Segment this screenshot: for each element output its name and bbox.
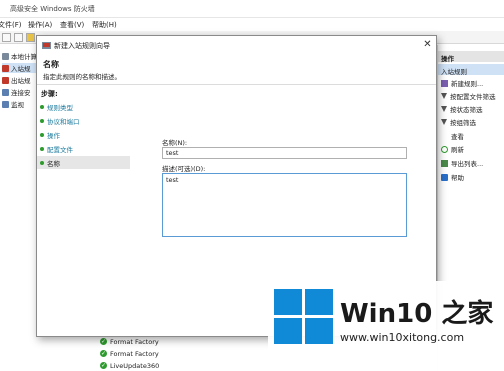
actions-header: 操作 xyxy=(438,51,504,63)
tree-item-connection-security[interactable]: 连接安 xyxy=(2,87,31,97)
refresh-icon xyxy=(441,145,448,153)
wizard-header: 名称 指定此规则的名称和描述。 xyxy=(37,55,436,85)
menu-help[interactable]: 帮助(H) xyxy=(92,20,117,30)
filter-icon xyxy=(441,93,447,99)
menu-view[interactable]: 查看(V) xyxy=(60,20,84,30)
watermark-url: www.win10xitong.com xyxy=(340,331,465,344)
outbound-rules-icon xyxy=(2,76,9,84)
action-filter-group[interactable]: 按组筛选 xyxy=(441,117,476,127)
step-action[interactable]: 操作 xyxy=(37,128,130,141)
wizard-heading: 名称 xyxy=(43,60,59,69)
wizard-titlebar: 新建入站规则向导 ✕ xyxy=(37,36,436,55)
wizard-title: 新建入站规则向导 xyxy=(54,42,110,50)
list-item[interactable]: ✓ Format Factory xyxy=(100,336,159,347)
wizard-steps: 步骤: 规则类型 协议和端口 操作 配置文件 名称 xyxy=(37,85,130,336)
help-icon xyxy=(441,173,448,181)
tree-item-local-computer[interactable]: 本地计算 xyxy=(2,51,37,61)
action-refresh[interactable]: 刷新 xyxy=(441,144,464,154)
description-label: 描述(可选)(D): xyxy=(162,165,206,173)
steps-label: 步骤: xyxy=(41,90,58,98)
main-titlebar: 高级安全 Windows 防火墙 xyxy=(0,0,504,18)
monitor-icon xyxy=(2,100,9,108)
action-help[interactable]: 帮助 xyxy=(441,172,464,182)
filter-icon xyxy=(441,119,447,125)
name-label: 名称(N): xyxy=(162,139,188,147)
action-filter-profile[interactable]: 按配置文件筛选 xyxy=(441,91,496,101)
actions-section-inbound[interactable]: 入站规则 xyxy=(438,64,504,76)
action-export[interactable]: 导出列表... xyxy=(441,158,483,168)
tree-item-outbound-rules[interactable]: 出站规 xyxy=(2,75,31,85)
wizard-description: 指定此规则的名称和描述。 xyxy=(43,73,121,81)
enabled-check-icon: ✓ xyxy=(100,350,107,357)
list-item[interactable]: ✓ LiveUpdate360 xyxy=(100,360,159,371)
menu-bar: 文件(F) 操作(A) 查看(V) 帮助(H) xyxy=(0,18,504,31)
enabled-check-icon: ✓ xyxy=(100,338,107,345)
watermark-title: Win10 之家 xyxy=(340,299,494,329)
site-watermark: Win10 之家 www.win10xitong.com xyxy=(268,281,504,371)
list-item[interactable]: ✓ Format Factory xyxy=(100,348,159,359)
connection-security-icon xyxy=(2,88,9,96)
tree-item-inbound-rules[interactable]: 入站规 xyxy=(2,63,36,73)
filter-icon xyxy=(441,106,447,112)
step-bullet-icon xyxy=(40,132,44,137)
view-icon xyxy=(441,133,448,140)
enabled-check-icon: ✓ xyxy=(100,362,107,369)
action-new-rule[interactable]: 新建规则... xyxy=(441,78,483,88)
step-rule-type[interactable]: 规则类型 xyxy=(37,100,130,113)
name-field[interactable]: test xyxy=(162,147,407,159)
computer-icon xyxy=(2,52,9,60)
new-rule-icon xyxy=(441,79,448,87)
menu-action[interactable]: 操作(A) xyxy=(28,20,52,30)
inbound-rules-icon xyxy=(2,64,9,72)
step-protocol-ports[interactable]: 协议和端口 xyxy=(37,114,130,127)
action-filter-state[interactable]: 按状态筛选 xyxy=(441,104,483,114)
navigation-tree: 本地计算 入站规 出站规 连接安 监视 xyxy=(0,45,37,371)
step-bullet-icon xyxy=(40,118,44,123)
export-icon xyxy=(441,159,448,167)
step-bullet-icon xyxy=(40,160,44,165)
description-field[interactable]: test xyxy=(162,173,407,237)
folder-icon[interactable] xyxy=(26,33,35,42)
menu-file[interactable]: 文件(F) xyxy=(0,20,22,30)
forward-icon[interactable] xyxy=(14,33,23,42)
close-icon[interactable]: ✕ xyxy=(422,39,433,50)
action-view[interactable]: 查看 xyxy=(441,131,464,141)
step-profile[interactable]: 配置文件 xyxy=(37,142,130,155)
back-icon[interactable] xyxy=(2,33,11,42)
step-name[interactable]: 名称 xyxy=(37,156,130,169)
main-window-title: 高级安全 Windows 防火墙 xyxy=(10,5,95,13)
step-bullet-icon xyxy=(40,146,44,151)
tree-item-monitor[interactable]: 监视 xyxy=(2,99,24,109)
windows-logo-icon xyxy=(274,289,334,345)
firewall-shield-icon xyxy=(42,41,51,50)
step-bullet-icon xyxy=(40,104,44,109)
